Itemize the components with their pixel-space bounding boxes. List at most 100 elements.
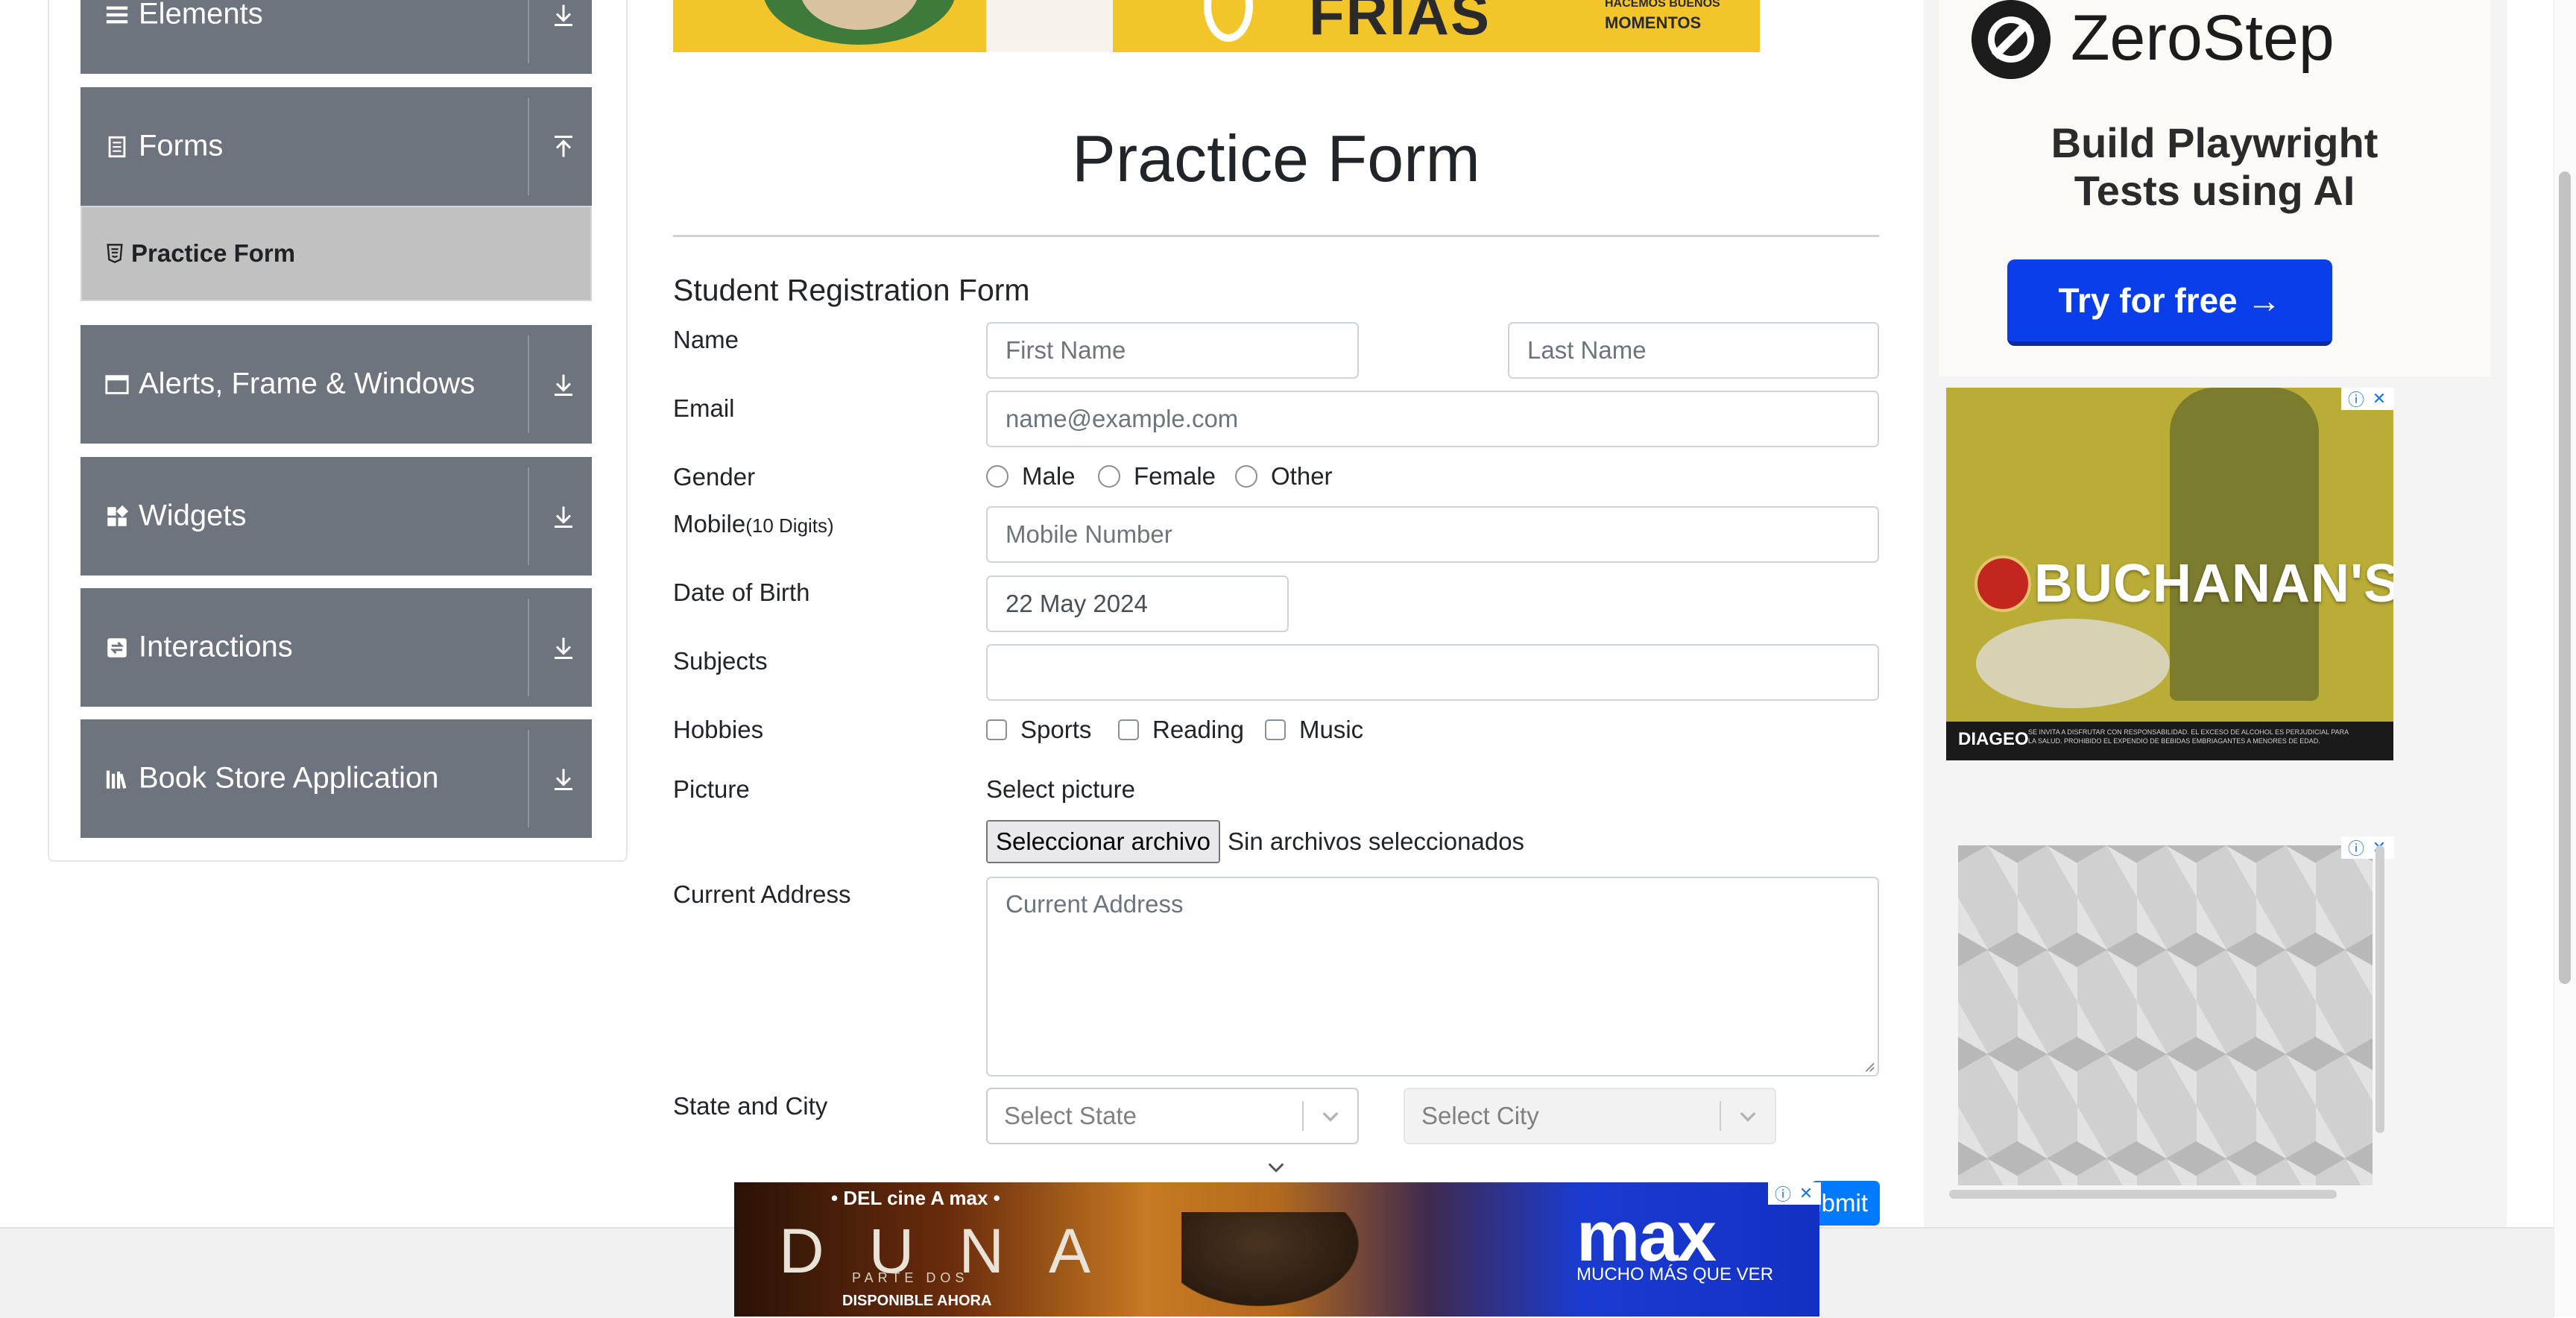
interactions-icon [107, 637, 127, 658]
divider [528, 599, 529, 696]
sidebar-group-alerts[interactable]: Alerts, Frame & Windows [80, 325, 592, 444]
dob-label: Date of Birth [673, 578, 810, 606]
gender-other-radio[interactable]: Other [1235, 462, 1333, 491]
ad-bottle [2170, 388, 2319, 701]
checkbox-label: Music [1299, 716, 1364, 743]
buchanans-brand: BUCHANAN'S [2034, 554, 2393, 614]
radio-circle[interactable] [986, 465, 1008, 488]
scroll-down-chevron-icon[interactable] [1263, 1157, 1289, 1178]
subjects-input[interactable] [986, 644, 1879, 701]
sidebar-group-label: Widgets [139, 499, 247, 532]
buchanans-seal-icon [1974, 555, 2031, 612]
banner-panel [986, 0, 1113, 52]
max-ad-tag: • DEL cine A max • [831, 1187, 1000, 1209]
mobile-hint: (10 Digits) [745, 514, 834, 537]
radio-label: Female [1134, 462, 1216, 490]
sidebar-item-label: Practice Form [131, 239, 296, 267]
banner-tagline: HACEMOS BUENOS MOMENTOS [1605, 0, 1720, 33]
ad-close-icon[interactable]: ✕ [1791, 1182, 1821, 1205]
resize-grip-icon[interactable] [1862, 1059, 1875, 1073]
mobile-input[interactable]: Mobile Number [986, 506, 1879, 563]
download-arrow-icon [555, 769, 572, 790]
state-select-placeholder: Select State [1004, 1102, 1137, 1129]
sidebar-group-interactions[interactable]: Interactions [80, 588, 592, 707]
title-divider [673, 235, 1879, 237]
radio-label: Male [1022, 462, 1076, 490]
banner-word: FRIAS [1309, 0, 1491, 47]
city-select-placeholder: Select City [1421, 1102, 1539, 1129]
divider [528, 98, 529, 195]
state-select[interactable]: Select State [986, 1088, 1359, 1144]
html5-icon [107, 244, 123, 263]
ad-horizontal-scrollbar[interactable] [1949, 1190, 2337, 1199]
sidebar-item-practice-form[interactable]: Practice Form [80, 206, 592, 301]
gender-label: Gender [673, 463, 756, 491]
sidebar-group-elements[interactable]: Elements [80, 0, 592, 74]
file-status: Sin archivos seleccionados [1228, 827, 1525, 855]
submit-button[interactable]: Submit [1811, 1181, 1880, 1226]
sidebar-group-label: Forms [139, 129, 224, 163]
max-ad-figures [1181, 1212, 1375, 1317]
top-banner-ad[interactable]: FRIAS HACEMOS BUENOS MOMENTOS [673, 0, 1760, 52]
chevron-down-icon[interactable] [1319, 1104, 1342, 1128]
try-for-free-button[interactable]: Try for free → [2007, 259, 2332, 346]
page-scrollbar-thumb[interactable] [2559, 171, 2571, 984]
divider [528, 730, 529, 827]
last-name-input[interactable]: Last Name [1508, 322, 1879, 379]
checkbox-box[interactable] [986, 719, 1007, 740]
page-title: Practice Form [1072, 122, 1480, 195]
address-label: Current Address [673, 880, 851, 908]
max-ad[interactable]: • DEL cine A max • DUNA PARTE DOS DISPON… [734, 1182, 1819, 1317]
document-icon [108, 136, 126, 157]
radio-label: Other [1271, 462, 1333, 490]
sidebar-group-label: Alerts, Frame & Windows [139, 367, 476, 400]
gender-female-radio[interactable]: Female [1098, 462, 1216, 491]
chevron-down-icon[interactable] [1736, 1104, 1760, 1128]
ad-legal-footer: DIAGEO SE INVITA A DISFRUTAR CON RESPONS… [1946, 722, 2393, 760]
current-address-textarea[interactable]: Current Address [986, 877, 1879, 1076]
hobby-reading-checkbox[interactable]: Reading [1118, 716, 1244, 744]
download-arrow-icon [555, 506, 572, 528]
sidebar-group-label: Interactions [139, 630, 293, 663]
divider [528, 467, 529, 565]
hobbies-label: Hobbies [673, 716, 764, 743]
mobile-label-text: Mobile [673, 510, 746, 537]
buchanans-ad[interactable]: BUCHANAN'S DIAGEO SE INVITA A DISFRUTAR … [1946, 388, 2393, 760]
checkbox-label: Reading [1152, 716, 1244, 743]
sidebar-group-book-store[interactable]: Book Store Application [80, 719, 592, 838]
banner-tagline-2: MOMENTOS [1605, 13, 1702, 32]
checkbox-box[interactable] [1265, 719, 1286, 740]
sidebar-group-forms[interactable]: Forms [80, 87, 592, 206]
sidebar-group-widgets[interactable]: Widgets [80, 457, 592, 576]
choose-file-button[interactable]: Seleccionar archivo [986, 820, 1220, 863]
banner-tagline-1: HACEMOS BUENOS [1605, 0, 1720, 10]
state-city-label: State and City [673, 1092, 828, 1120]
upload-arrow-icon [555, 135, 572, 157]
subjects-label: Subjects [673, 647, 768, 675]
ad-legal-text: SE INVITA A DISFRUTAR CON RESPONSABILIDA… [2028, 728, 2349, 745]
ad-vertical-scrollbar[interactable] [2375, 845, 2384, 1133]
dob-input[interactable]: 22 May 2024 [986, 576, 1289, 632]
ad-close-icon[interactable]: ✕ [2364, 388, 2394, 410]
first-name-input[interactable]: First Name [986, 322, 1359, 379]
radio-circle[interactable] [1098, 465, 1120, 488]
radio-circle[interactable] [1235, 465, 1257, 488]
zerostep-name: ZeroStep [2071, 2, 2334, 74]
mobile-label: Mobile(10 Digits) [673, 510, 834, 538]
banner-ring [1204, 0, 1253, 42]
diageo-logo: DIAGEO [1958, 729, 2029, 749]
max-slogan: MUCHO MÁS QUE VER [1576, 1264, 1774, 1284]
hobby-music-checkbox[interactable]: Music [1265, 716, 1363, 744]
city-select[interactable]: Select City [1404, 1088, 1776, 1144]
email-field[interactable]: name@example.com [986, 391, 1879, 447]
zerostep-logo-icon [1972, 0, 2051, 79]
hobby-sports-checkbox[interactable]: Sports [986, 716, 1091, 744]
list-icon [106, 6, 128, 23]
download-arrow-icon [555, 4, 572, 26]
checkbox-box[interactable] [1118, 719, 1139, 740]
sidebar-group-label: Book Store Application [139, 761, 439, 795]
sidebar-group-label: Elements [139, 0, 263, 31]
divider [528, 0, 529, 63]
gender-male-radio[interactable]: Male [986, 462, 1076, 491]
placeholder-ad-pattern [1958, 845, 2373, 1185]
